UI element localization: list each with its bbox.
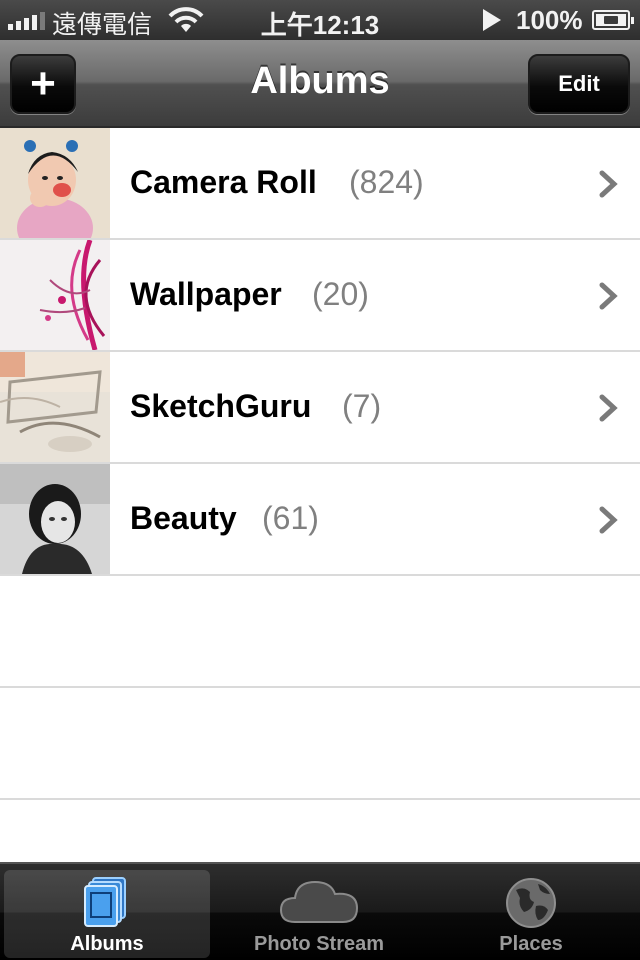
album-thumbnail (0, 128, 110, 238)
album-name: SketchGuru (130, 388, 312, 424)
chevron-right-icon (599, 394, 618, 422)
play-icon (483, 9, 501, 31)
tab-label: Places (499, 933, 563, 955)
tab-label: Albums (70, 933, 144, 955)
tab-photo-stream[interactable]: Photo Stream (216, 870, 422, 958)
cloud-icon (279, 880, 359, 923)
tab-bar: Albums Photo Stream Places (0, 862, 640, 960)
album-count: (824) (349, 164, 424, 200)
globe-icon (506, 878, 556, 928)
album-row-camera-roll[interactable]: Camera Roll (824) (0, 128, 640, 240)
battery-icon (592, 10, 634, 30)
album-thumbnail (0, 240, 110, 350)
album-name: Camera Roll (130, 164, 317, 200)
album-name: Wallpaper (130, 276, 282, 312)
album-row-sketchguru[interactable]: SketchGuru (7) (0, 352, 640, 464)
battery-percentage: 100% (516, 5, 583, 35)
album-count: (7) (342, 388, 382, 424)
edit-button[interactable]: Edit (528, 54, 630, 114)
album-list: Camera Roll (824) Wallpaper (20) SketchG… (0, 128, 640, 800)
empty-row (0, 688, 640, 800)
empty-row (0, 576, 640, 688)
tab-albums[interactable]: Albums (4, 870, 210, 958)
tab-label: Photo Stream (253, 933, 385, 955)
album-name: Beauty (130, 500, 237, 536)
navigation-bar: + Albums Edit (0, 40, 640, 128)
album-thumbnail (0, 464, 110, 574)
albums-icon (84, 877, 126, 927)
chevron-right-icon (599, 170, 618, 198)
album-row-beauty[interactable]: Beauty (61) (0, 464, 640, 576)
chevron-right-icon (599, 282, 618, 310)
album-count: (61) (262, 500, 319, 536)
tab-places[interactable]: Places (428, 870, 634, 958)
album-count: (20) (312, 276, 369, 312)
album-thumbnail (0, 352, 110, 462)
status-bar: 遠傳電信 上午12:13 100% (0, 0, 640, 40)
album-row-wallpaper[interactable]: Wallpaper (20) (0, 240, 640, 352)
chevron-right-icon (599, 506, 618, 534)
